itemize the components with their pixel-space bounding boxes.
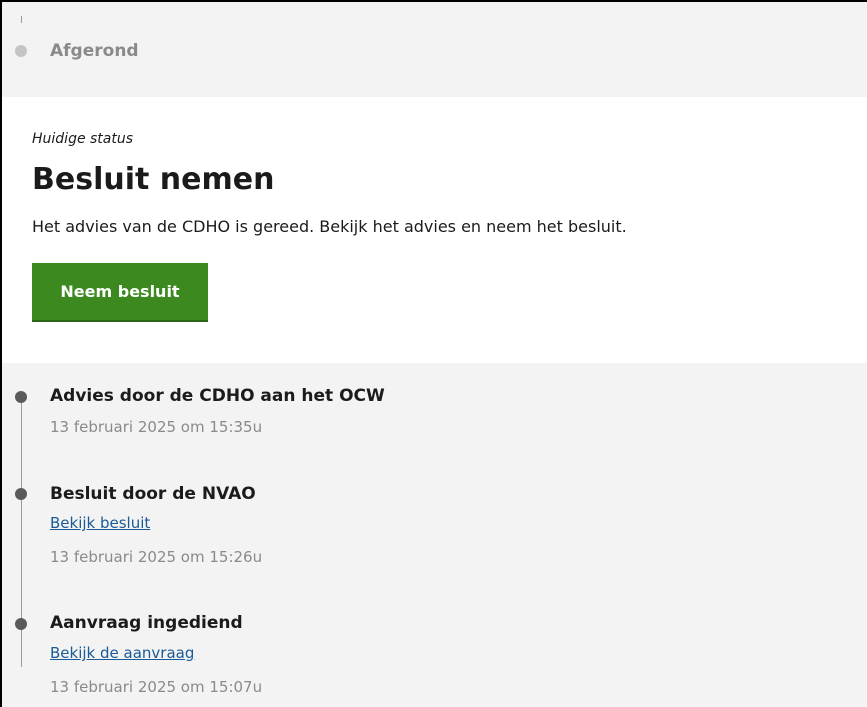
neem-besluit-button[interactable]: Neem besluit	[32, 263, 208, 320]
status-eyebrow: Huidige status	[32, 131, 134, 147]
bekijk-aanvraag-link[interactable]: Bekijk de aanvraag	[50, 644, 194, 662]
status-description: Het advies van de CDHO is gereed. Bekijk…	[32, 217, 627, 236]
completed-step-label: Afgerond	[50, 41, 139, 61]
timeline-dot-icon	[15, 618, 27, 630]
timeline-dot-icon	[15, 391, 27, 403]
timeline-item-title: Besluit door de NVAO	[50, 484, 256, 504]
timeline-item-date: 13 februari 2025 om 15:07u	[50, 678, 263, 696]
completed-step-section: Afgerond	[2, 2, 867, 97]
status-title: Besluit nemen	[32, 162, 275, 197]
timeline-item-date: 13 februari 2025 om 15:35u	[50, 418, 263, 436]
timeline-dot-icon	[15, 488, 27, 500]
page-frame: Afgerond Huidige status Besluit nemen He…	[0, 0, 867, 707]
timeline-item-title: Aanvraag ingediend	[50, 613, 243, 633]
timeline-item-date: 13 februari 2025 om 15:26u	[50, 548, 263, 566]
step-dot-icon	[15, 45, 27, 57]
status-timeline: Advies door de CDHO aan het OCW 13 febru…	[2, 363, 867, 707]
timeline-item-title: Advies door de CDHO aan het OCW	[50, 386, 385, 406]
bekijk-besluit-link[interactable]: Bekijk besluit	[50, 514, 150, 532]
timeline-connector	[21, 16, 22, 23]
current-status-card: Huidige status Besluit nemen Het advies …	[2, 97, 867, 363]
